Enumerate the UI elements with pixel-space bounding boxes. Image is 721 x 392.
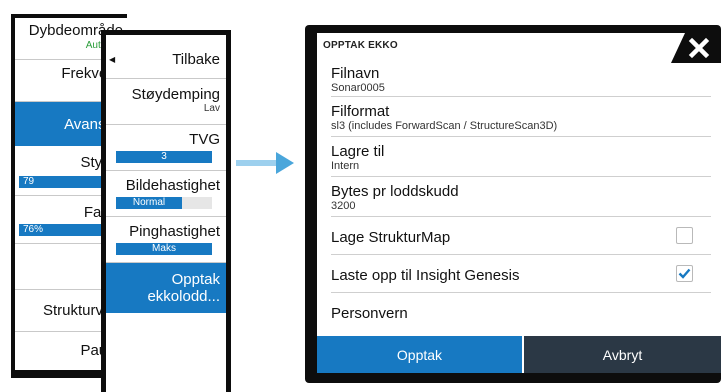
filename-label: Filnavn — [331, 65, 380, 82]
file-format-value: sl3 (includes ForwardScan / StructureSca… — [331, 120, 558, 132]
tvg-label: TVG — [189, 131, 220, 148]
color-slider-fill: 76% — [19, 224, 101, 236]
bytes-per-sounding-row[interactable]: Bytes pr loddskudd 3200 — [331, 177, 711, 217]
checkmark-icon — [678, 268, 691, 279]
submenu-item-tvg[interactable]: TVG 3 — [106, 125, 226, 171]
bytes-label: Bytes pr loddskudd — [331, 183, 459, 200]
advanced-submenu: ◀ Tilbake Støydemping Lav TVG 3 Bildehas… — [106, 35, 226, 392]
dialog-button-bar: Opptak Avbryt — [317, 336, 721, 373]
ping-rate-slider-fill: Maks — [116, 243, 212, 255]
image-rate-label: Bildehastighet — [125, 177, 220, 194]
structuremap-row[interactable]: Lage StrukturMap — [331, 217, 711, 255]
save-to-label: Lagre til — [331, 143, 385, 160]
record-label-line1: Opptak — [171, 271, 220, 288]
image-rate-slider-fill: Normal — [116, 197, 182, 209]
tvg-slider-fill: 3 — [116, 151, 212, 163]
file-format-row[interactable]: Filformat sl3 (includes ForwardScan / St… — [331, 97, 711, 137]
filename-value: Sonar0005 — [331, 82, 385, 94]
save-to-value: Intern — [331, 160, 360, 172]
structuremap-label: Lage StrukturMap — [331, 229, 451, 246]
advanced-submenu-frame: ◀ Tilbake Støydemping Lav TVG 3 Bildehas… — [101, 30, 231, 392]
submenu-item-record-sonar[interactable]: Opptak ekkolodd... — [106, 263, 226, 313]
noise-value: Lav — [203, 103, 220, 114]
gain-slider-fill: 79 — [19, 176, 104, 188]
cancel-button[interactable]: Avbryt — [524, 336, 721, 373]
back-button[interactable]: ◀ Tilbake — [106, 35, 226, 79]
submenu-item-ping-rate[interactable]: Pinghastighet Maks — [106, 217, 226, 263]
privacy-row[interactable]: Personvern — [331, 293, 711, 323]
submenu-item-noise-rejection[interactable]: Støydemping Lav — [106, 79, 226, 125]
noise-label: Støydemping — [131, 86, 220, 103]
save-to-row[interactable]: Lagre til Intern — [331, 137, 711, 177]
right-arrow-icon — [236, 152, 294, 174]
privacy-label: Personvern — [331, 305, 408, 322]
back-arrow-icon: ◀ — [109, 55, 116, 64]
structuremap-checkbox[interactable] — [676, 227, 693, 244]
ping-rate-label: Pinghastighet — [129, 223, 220, 240]
record-button[interactable]: Opptak — [317, 336, 522, 373]
record-sonar-dialog: OPPTAK EKKO Filnavn Sonar0005 Filformat … — [317, 33, 721, 373]
upload-insight-genesis-row[interactable]: Laste opp til Insight Genesis — [331, 255, 711, 293]
record-sonar-dialog-frame: OPPTAK EKKO Filnavn Sonar0005 Filformat … — [305, 25, 721, 383]
upload-label: Laste opp til Insight Genesis — [331, 267, 520, 284]
back-label: Tilbake — [172, 51, 220, 68]
bytes-value: 3200 — [331, 200, 356, 212]
close-icon[interactable] — [671, 33, 721, 63]
filename-row[interactable]: Filnavn Sonar0005 — [331, 61, 711, 97]
dialog-title: OPPTAK EKKO — [323, 40, 398, 51]
upload-checkbox[interactable] — [676, 265, 693, 282]
record-label-line2: ekkolodd... — [147, 288, 220, 305]
submenu-item-image-rate[interactable]: Bildehastighet Normal — [106, 171, 226, 217]
file-format-label: Filformat — [331, 103, 390, 120]
